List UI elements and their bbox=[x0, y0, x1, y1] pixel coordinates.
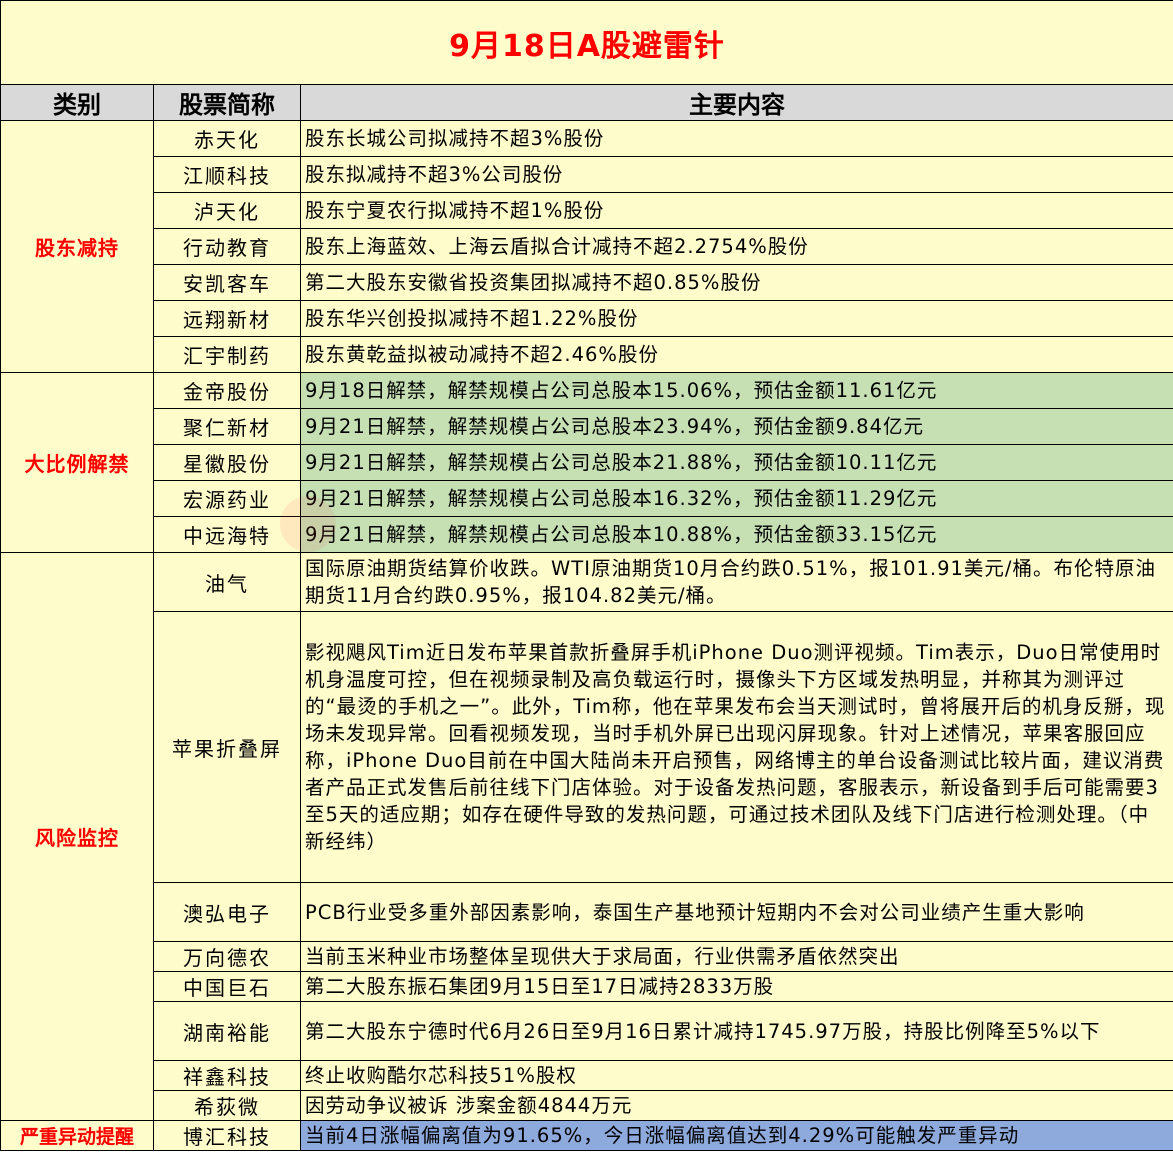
category-unlock: 大比例解禁 bbox=[0, 372, 154, 553]
header-stock-name: 股票简称 bbox=[153, 84, 301, 121]
stock-name: 金帝股份 bbox=[153, 372, 301, 409]
category-abnormal: 严重异动提醒 bbox=[0, 1120, 154, 1151]
risk-table: 9月18日A股避雷针 类别 股票简称 主要内容 股东减持 赤天化 股东长城公司拟… bbox=[0, 0, 1173, 1151]
stock-name: 聚仁新材 bbox=[153, 408, 301, 445]
table-row: 苹果折叠屏 影视飓风Tim近日发布苹果首款折叠屏手机iPhone Duo测评视频… bbox=[1, 611, 1173, 883]
table-row: 汇宇制药 股东黄乾益拟被动减持不超2.46%股份 bbox=[1, 336, 1173, 373]
table-row: 中远海特 9月21日解禁，解禁规模占公司总股本10.88%，预估金额33.15亿… bbox=[1, 516, 1173, 553]
stock-name: 江顺科技 bbox=[153, 156, 301, 193]
stock-content: 股东黄乾益拟被动减持不超2.46%股份 bbox=[300, 336, 1173, 373]
table-row: 中国巨石 第二大股东振石集团9月15日至17日减持2833万股 bbox=[1, 971, 1173, 1002]
stock-content: 影视飓风Tim近日发布苹果首款折叠屏手机iPhone Duo测评视频。Tim表示… bbox=[300, 611, 1173, 883]
stock-content: 国际原油期货结算价收跌。WTI原油期货10月合约跌0.51%，报101.91美元… bbox=[300, 552, 1173, 612]
table-row: 泸天化 股东宁夏农行拟减持不超1%股份 bbox=[1, 192, 1173, 229]
table-row: 星徽股份 9月21日解禁，解禁规模占公司总股本21.88%，预估金额10.11亿… bbox=[1, 444, 1173, 481]
stock-content: 股东长城公司拟减持不超3%股份 bbox=[300, 120, 1173, 157]
table-header: 类别 股票简称 主要内容 bbox=[0, 84, 1173, 121]
page: 9月18日A股避雷针 类别 股票简称 主要内容 股东减持 赤天化 股东长城公司拟… bbox=[0, 0, 1173, 1165]
stock-name: 中远海特 bbox=[153, 516, 301, 553]
stock-content: 因劳动争议被诉 涉案金额4844万元 bbox=[300, 1090, 1173, 1121]
stock-name: 苹果折叠屏 bbox=[153, 611, 301, 883]
stock-name: 汇宇制药 bbox=[153, 336, 301, 373]
table-row: 万向德农 当前玉米种业市场整体呈现供大于求局面，行业供需矛盾依然突出 bbox=[1, 941, 1173, 972]
stock-content: 9月21日解禁，解禁规模占公司总股本10.88%，预估金额33.15亿元 bbox=[300, 516, 1173, 553]
stock-content: 9月21日解禁，解禁规模占公司总股本23.94%，预估金额9.84亿元 bbox=[300, 408, 1173, 445]
table-row: 行动教育 股东上海蓝效、上海云盾拟合计减持不超2.2754%股份 bbox=[1, 228, 1173, 265]
stock-content: 股东拟减持不超3%公司股份 bbox=[300, 156, 1173, 193]
stock-content: 9月18日解禁，解禁规模占公司总股本15.06%，预估金额11.61亿元 bbox=[300, 372, 1173, 409]
table-row: 澳弘电子 PCB行业受多重外部因素影响，泰国生产基地预计短期内不会对公司业绩产生… bbox=[1, 882, 1173, 942]
stock-content: 第二大股东宁德时代6月26日至9月16日累计减持1745.97万股，持股比例降至… bbox=[300, 1001, 1173, 1061]
table-row: 风险监控 油气 国际原油期货结算价收跌。WTI原油期货10月合约跌0.51%，报… bbox=[0, 552, 1173, 1121]
table-row: 聚仁新材 9月21日解禁，解禁规模占公司总股本23.94%，预估金额9.84亿元 bbox=[1, 408, 1173, 445]
header-content: 主要内容 bbox=[300, 84, 1173, 121]
stock-content: PCB行业受多重外部因素影响，泰国生产基地预计短期内不会对公司业绩产生重大影响 bbox=[300, 882, 1173, 942]
stock-name: 澳弘电子 bbox=[153, 882, 301, 942]
stock-content: 第二大股东安徽省投资集团拟减持不超0.85%股份 bbox=[300, 264, 1173, 301]
stock-content: 终止收购酷尔芯科技51%股权 bbox=[300, 1060, 1173, 1091]
stock-name: 希荻微 bbox=[153, 1090, 301, 1121]
table-row: 江顺科技 股东拟减持不超3%公司股份 bbox=[1, 156, 1173, 193]
stock-content: 股东上海蓝效、上海云盾拟合计减持不超2.2754%股份 bbox=[300, 228, 1173, 265]
stock-content: 当前4日涨幅偏离值为91.65%，今日涨幅偏离值达到4.29%可能触发严重异动 bbox=[300, 1120, 1173, 1151]
stock-content: 当前玉米种业市场整体呈现供大于求局面，行业供需矛盾依然突出 bbox=[300, 941, 1173, 972]
table-row: 宏源药业 9月21日解禁，解禁规模占公司总股本16.32%，预估金额11.29亿… bbox=[1, 480, 1173, 517]
stock-name: 祥鑫科技 bbox=[153, 1060, 301, 1091]
table-row: 股东减持 赤天化 股东长城公司拟减持不超3%股份 bbox=[0, 120, 1173, 373]
stock-name: 泸天化 bbox=[153, 192, 301, 229]
stock-name: 赤天化 bbox=[153, 120, 301, 157]
stock-content: 9月21日解禁，解禁规模占公司总股本16.32%，预估金额11.29亿元 bbox=[300, 480, 1173, 517]
stock-name: 中国巨石 bbox=[153, 971, 301, 1002]
stock-name: 安凯客车 bbox=[153, 264, 301, 301]
page-title: 9月18日A股避雷针 bbox=[0, 0, 1173, 85]
stock-name: 湖南裕能 bbox=[153, 1001, 301, 1061]
stock-name: 行动教育 bbox=[153, 228, 301, 265]
stock-content: 第二大股东振石集团9月15日至17日减持2833万股 bbox=[300, 971, 1173, 1002]
stock-content: 股东华兴创投拟减持不超1.22%股份 bbox=[300, 300, 1173, 337]
stock-name: 博汇科技 bbox=[153, 1120, 301, 1151]
table-row: 安凯客车 第二大股东安徽省投资集团拟减持不超0.85%股份 bbox=[1, 264, 1173, 301]
stock-name: 远翔新材 bbox=[153, 300, 301, 337]
category-reduce: 股东减持 bbox=[0, 120, 154, 373]
table-row: 湖南裕能 第二大股东宁德时代6月26日至9月16日累计减持1745.97万股，持… bbox=[1, 1001, 1173, 1061]
table-row: 祥鑫科技 终止收购酷尔芯科技51%股权 bbox=[1, 1060, 1173, 1091]
category-risk: 风险监控 bbox=[0, 552, 154, 1121]
table-row: 严重异动提醒 博汇科技 当前4日涨幅偏离值为91.65%，今日涨幅偏离值达到4.… bbox=[0, 1120, 1173, 1151]
stock-content: 股东宁夏农行拟减持不超1%股份 bbox=[300, 192, 1173, 229]
table-row: 大比例解禁 金帝股份 9月18日解禁，解禁规模占公司总股本15.06%，预估金额… bbox=[0, 372, 1173, 553]
stock-name: 万向德农 bbox=[153, 941, 301, 972]
table-row: 远翔新材 股东华兴创投拟减持不超1.22%股份 bbox=[1, 300, 1173, 337]
header-category: 类别 bbox=[0, 84, 154, 121]
stock-name: 星徽股份 bbox=[153, 444, 301, 481]
stock-name: 油气 bbox=[153, 552, 301, 612]
stock-content: 9月21日解禁，解禁规模占公司总股本21.88%，预估金额10.11亿元 bbox=[300, 444, 1173, 481]
stock-name: 宏源药业 bbox=[153, 480, 301, 517]
table-row: 希荻微 因劳动争议被诉 涉案金额4844万元 bbox=[1, 1090, 1173, 1121]
